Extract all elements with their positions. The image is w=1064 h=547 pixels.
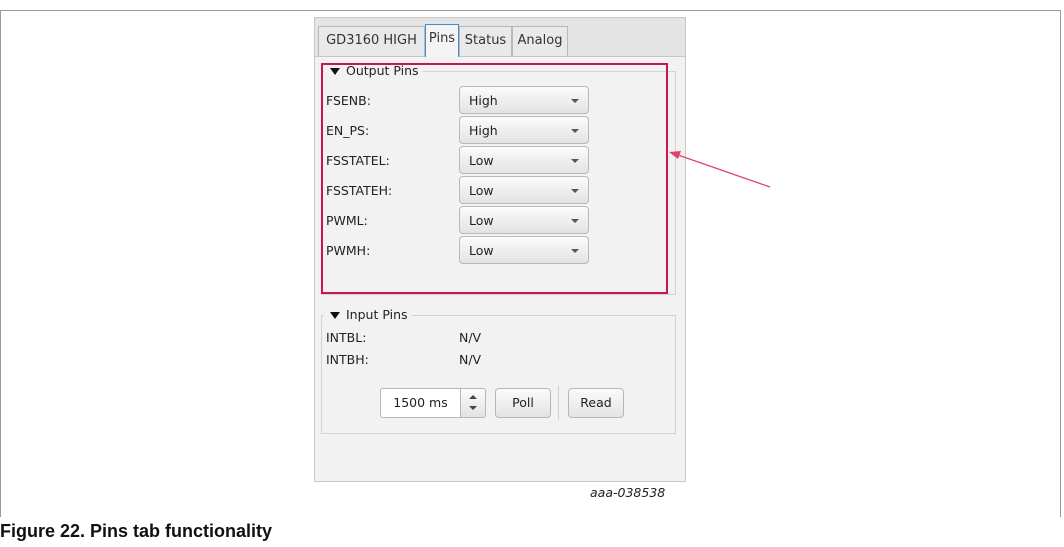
figure-caption: Figure 22. Pins tab functionality [0,521,273,541]
callout-arrow [669,151,771,188]
callout-arrowhead-icon [669,151,681,159]
document-id: aaa-038538 [590,485,666,500]
callout-arrow-line [677,154,771,188]
